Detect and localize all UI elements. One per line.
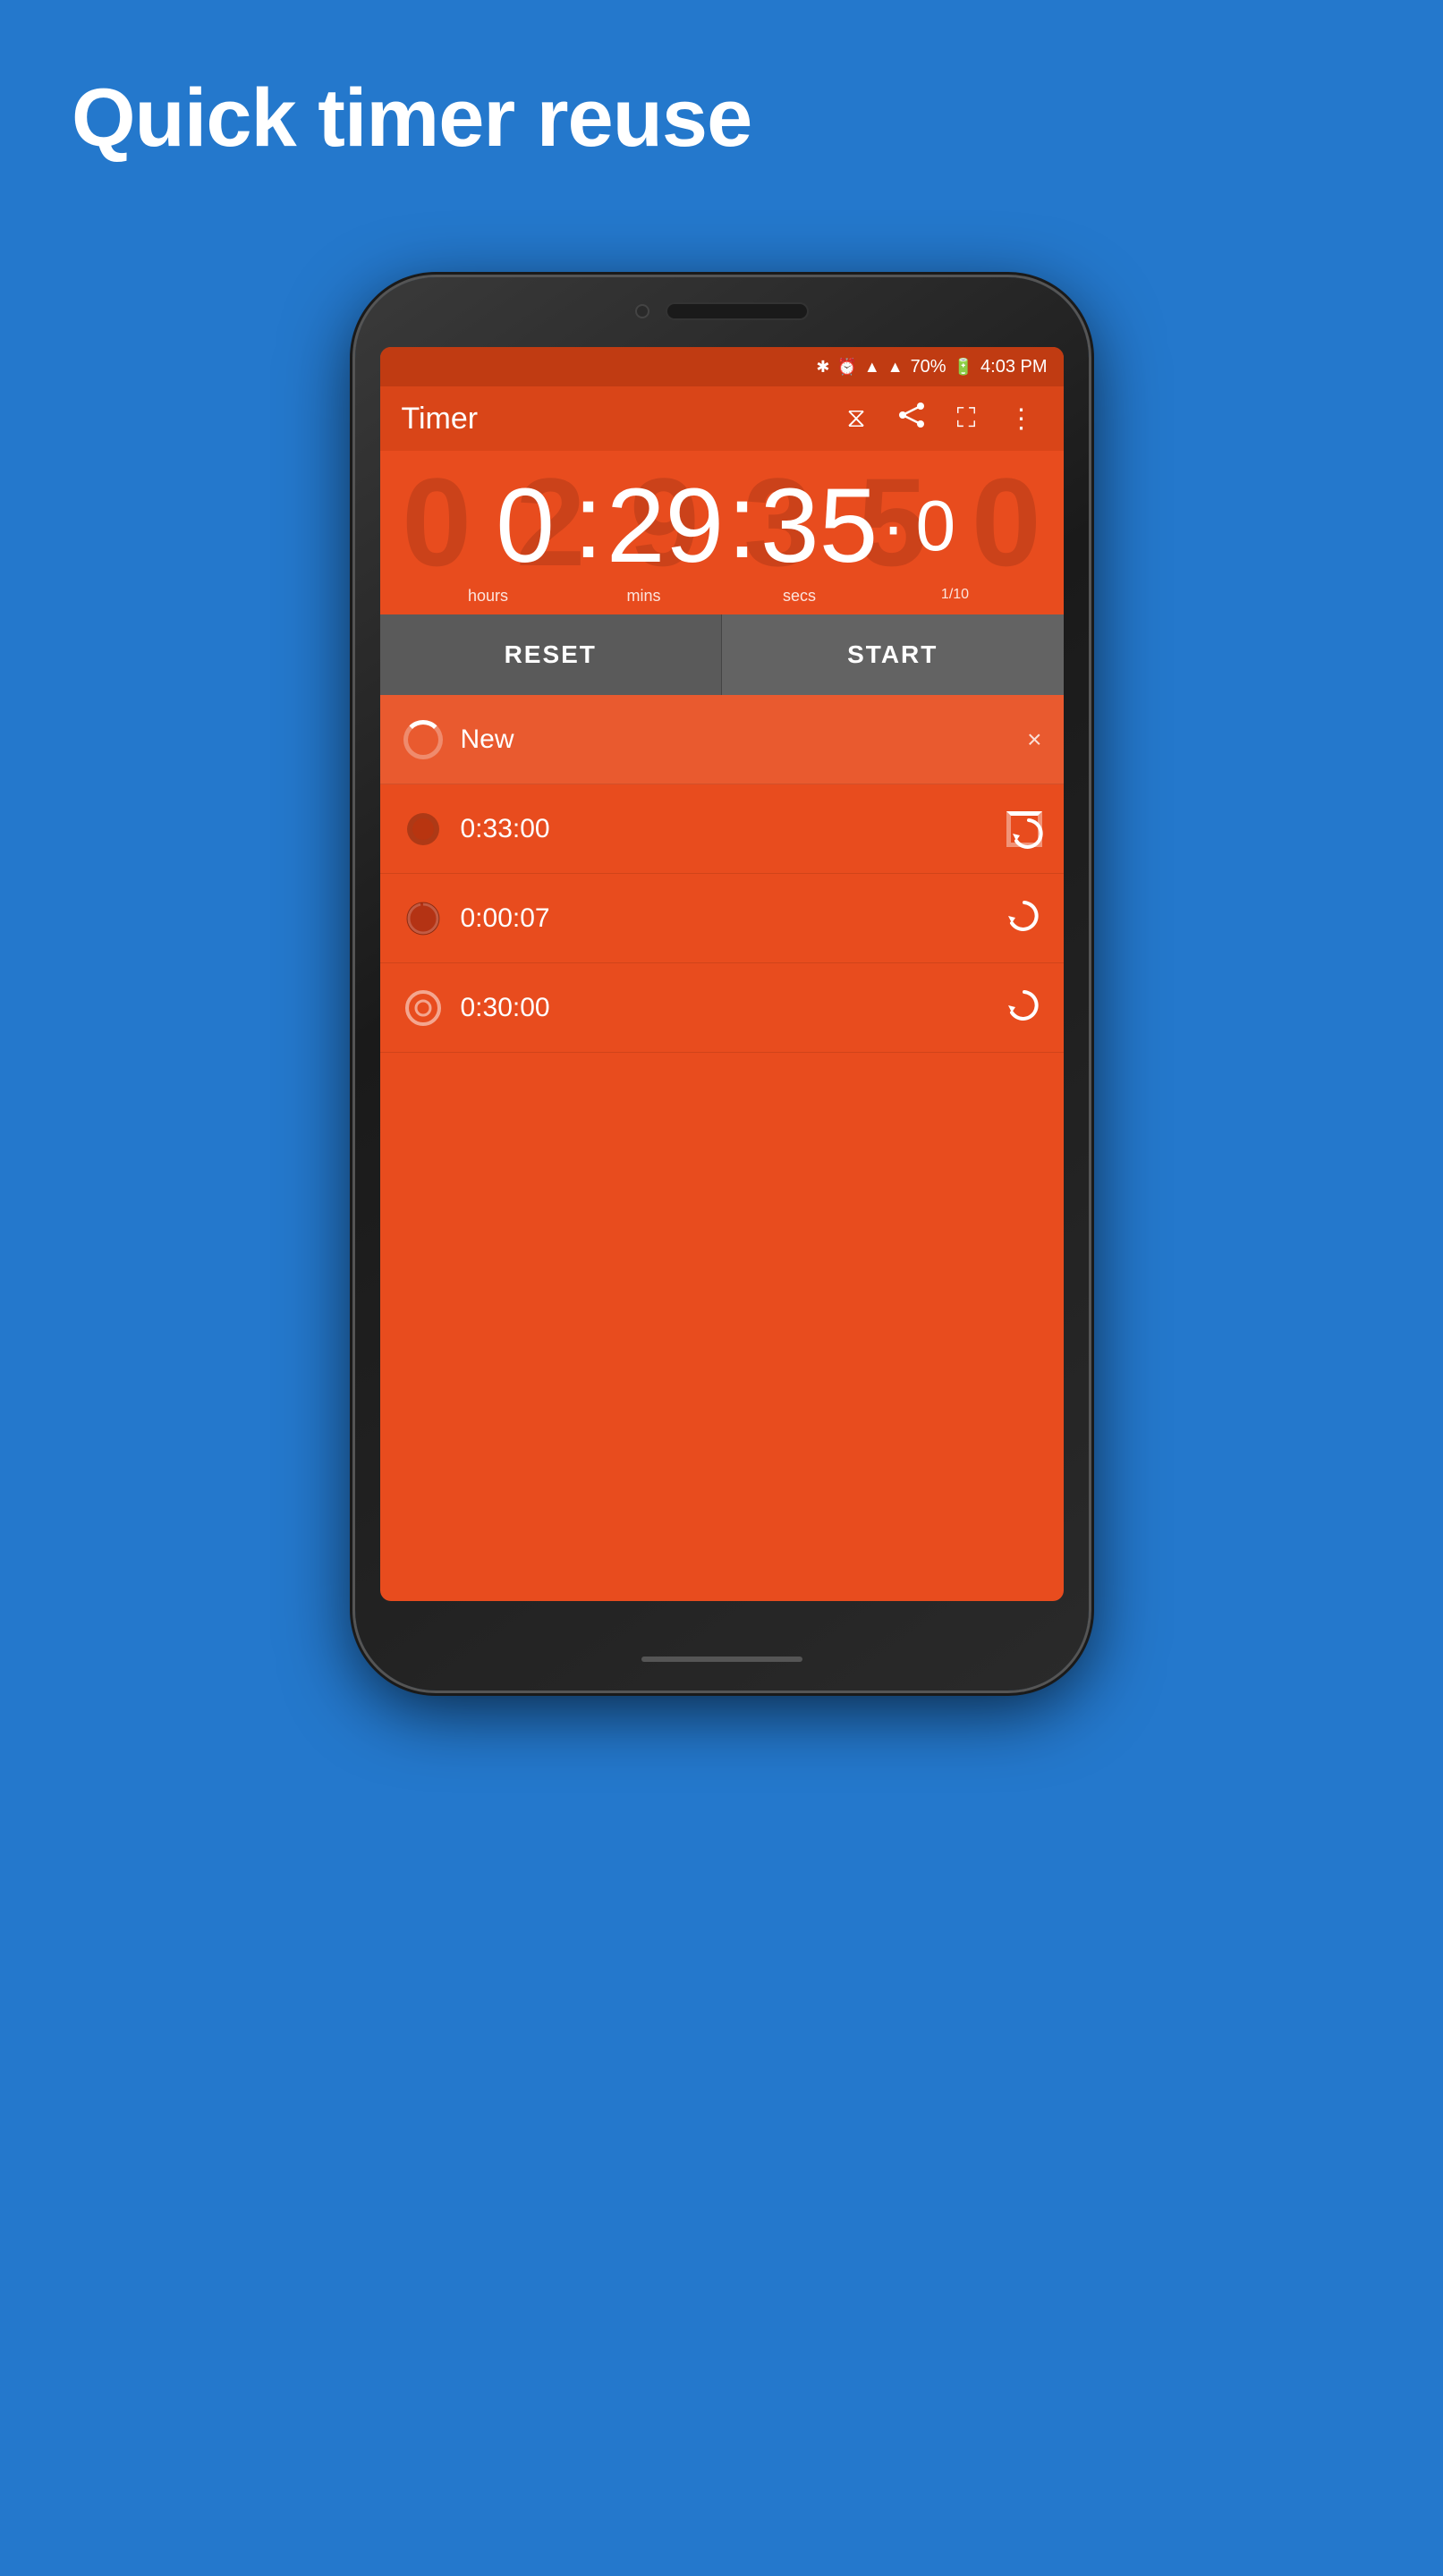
- phone-body: ✱ ⏰ ▲ ▲ 70% 🔋 4:03 PM Timer: [355, 277, 1089, 1690]
- status-icons: ✱ ⏰ ▲ ▲ 70% 🔋 4:03 PM: [816, 357, 1047, 377]
- timer-seconds[interactable]: 35: [760, 473, 878, 579]
- timer-labels-row: hours mins secs 1/10: [402, 587, 1042, 606]
- timer-list-item[interactable]: 0:33:00: [380, 784, 1064, 874]
- timer-list: New × 0:33:00: [380, 695, 1064, 1053]
- timer-list-item[interactable]: New ×: [380, 695, 1064, 784]
- alarm-icon: ⏰: [836, 358, 856, 377]
- timer-label-hours: hours: [411, 587, 566, 606]
- page-title: Quick timer reuse: [72, 72, 751, 165]
- timer-item-reload-3[interactable]: [1006, 987, 1042, 1028]
- timer-minutes[interactable]: 29: [607, 473, 724, 579]
- bluetooth-icon: ✱: [816, 358, 829, 377]
- timer-item-reload-2[interactable]: [1006, 898, 1042, 938]
- timer-item-close-0[interactable]: ×: [1027, 725, 1041, 754]
- earpiece-speaker: [666, 302, 809, 320]
- status-time: 4:03 PM: [980, 357, 1047, 377]
- timer-item-label-0: New: [461, 724, 1012, 755]
- timer-colon-1: :: [573, 469, 603, 583]
- wifi-icon: ▲: [864, 358, 880, 377]
- timer-label-mins: mins: [566, 587, 722, 606]
- reset-button[interactable]: RESET: [380, 614, 723, 695]
- timer-dot: ·: [881, 490, 905, 562]
- share-icon[interactable]: [891, 394, 932, 443]
- timer-item-icon-spinning: [402, 718, 445, 761]
- signal-icon: ▲: [887, 358, 904, 377]
- timer-tenths[interactable]: 0: [909, 490, 963, 562]
- timer-list-item[interactable]: 0:30:00: [380, 963, 1064, 1053]
- status-bar: ✱ ⏰ ▲ ▲ 70% 🔋 4:03 PM: [380, 347, 1064, 386]
- phone-mockup: ✱ ⏰ ▲ ▲ 70% 🔋 4:03 PM Timer: [355, 277, 1089, 2424]
- timer-item-label-1: 0:33:00: [461, 814, 990, 844]
- timer-numbers-row: 0 : 29 : 35 · 0: [402, 469, 1042, 583]
- front-camera: [635, 304, 649, 318]
- app-title: Timer: [402, 402, 822, 436]
- timer-hours[interactable]: 0: [480, 473, 570, 579]
- timer-item-label-3: 0:30:00: [461, 993, 990, 1023]
- start-button[interactable]: START: [722, 614, 1064, 695]
- timer-item-icon-1: [402, 808, 445, 851]
- phone-screen: ✱ ⏰ ▲ ▲ 70% 🔋 4:03 PM Timer: [380, 347, 1064, 1601]
- timer-item-reload-1[interactable]: [1006, 811, 1042, 847]
- timer-label-secs: secs: [722, 587, 878, 606]
- timer-list-item[interactable]: 0:00:07: [380, 874, 1064, 963]
- timer-display: 0 2 9 3 5 0 0 : 29 : 35 · 0: [380, 451, 1064, 614]
- control-buttons: RESET START: [380, 614, 1064, 695]
- expand-icon[interactable]: ⛶: [950, 396, 983, 441]
- timer-label-tenths: 1/10: [878, 587, 1033, 606]
- more-options-icon[interactable]: ⋮: [1001, 396, 1042, 442]
- phone-home-indicator: [641, 1657, 802, 1662]
- phone-top-bezel: [635, 302, 809, 320]
- app-toolbar: Timer ⧖ ⛶ ⋮: [380, 386, 1064, 451]
- timer-colon-2: :: [727, 469, 757, 583]
- battery-percent: 70%: [911, 357, 946, 377]
- battery-icon: 🔋: [954, 358, 973, 377]
- timer-item-icon-3: [402, 987, 445, 1030]
- timer-item-label-2: 0:00:07: [461, 903, 990, 934]
- timer-item-icon-2: [402, 897, 445, 940]
- hourglass-icon[interactable]: ⧖: [839, 396, 872, 441]
